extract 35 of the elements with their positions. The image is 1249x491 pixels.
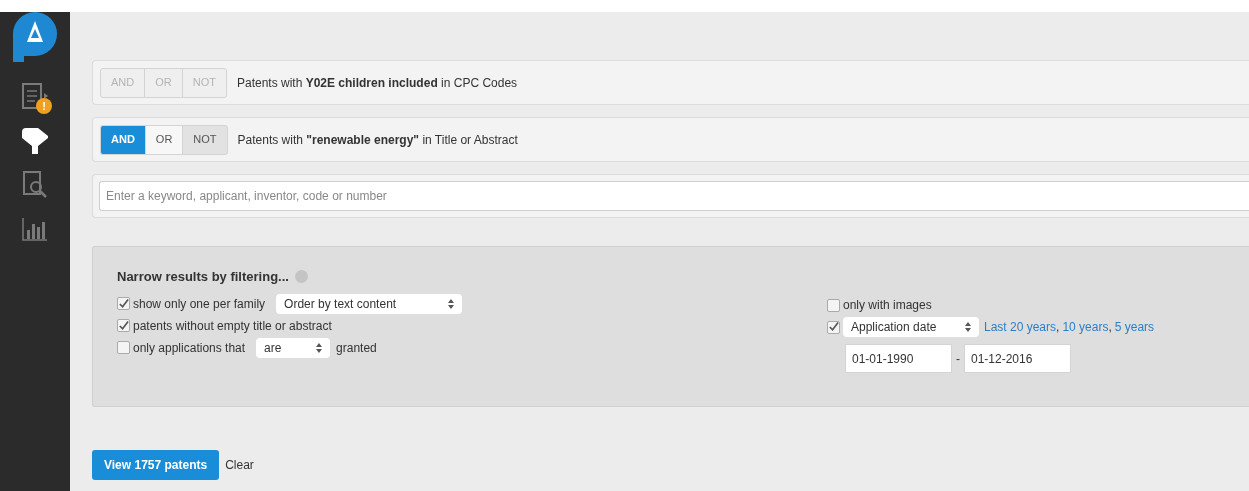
checkbox[interactable] [117,319,130,332]
caret-icon [448,298,455,309]
warning-badge: ! [36,98,52,114]
filter-label: only applications that [133,339,246,357]
checkbox[interactable] [117,341,130,354]
filter-label: only with images [843,297,932,314]
clear-link[interactable]: Clear [225,456,254,474]
operator-toggle[interactable]: OR [144,124,184,155]
view-patents-button[interactable]: View 1757 patents [92,450,220,480]
filter-label: show only one per family [133,295,266,313]
checkbox[interactable] [827,298,840,312]
date-field[interactable]: 01-12-2016 [964,344,1071,373]
date-field[interactable]: 01-01-1990 [845,344,952,373]
date-range-link[interactable]: 5 years [1114,318,1155,336]
search-field[interactable]: Enter a keyword, applicant, inventor, code or number [99,181,1249,211]
dropdown[interactable]: are [256,337,331,358]
checkbox[interactable] [827,320,840,334]
query-text: Patents with Y02E children included in CPC Codes [236,74,518,92]
dropdown[interactable]: Application date [843,317,979,337]
filter-icon[interactable] [20,126,50,156]
query-text: Patents with "renewable energy" in Title or Abstract [237,131,518,149]
checkbox[interactable] [117,297,130,310]
logo-icon[interactable] [10,12,60,62]
separator-text: , [1108,319,1112,336]
caret-icon [965,322,971,332]
operator-toggle[interactable]: AND [100,124,146,155]
separator-text: , [1056,319,1060,336]
operator-toggle[interactable]: NOT [182,124,228,155]
caret-icon [316,342,323,353]
separator-text: - [956,350,960,368]
document-icon[interactable] [20,82,50,112]
dropdown[interactable]: Order by text content [276,293,463,314]
filter-label: patents without empty title or abstract [133,317,332,335]
filter-heading: Narrow results by filtering... [117,268,289,286]
filter-label: granted [336,339,377,357]
